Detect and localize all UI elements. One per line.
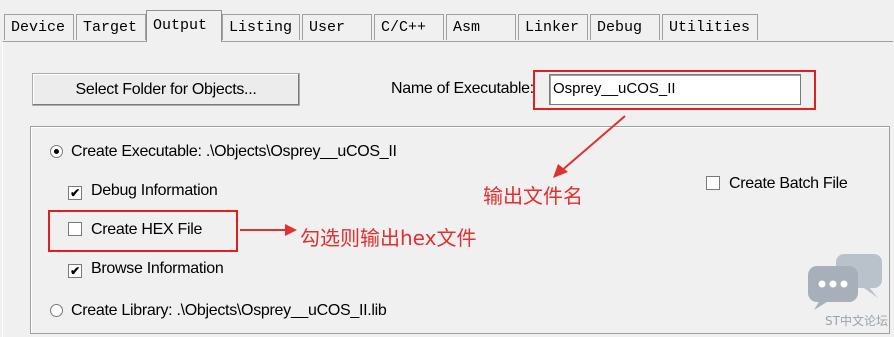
annotation-hex-note: 勾选则输出hex文件 xyxy=(300,226,477,250)
checkbox-unchecked-icon[interactable] xyxy=(68,222,82,236)
tab-output[interactable]: Output xyxy=(146,10,222,42)
create-library-option[interactable]: Create Library: .\Objects\Osprey__uCOS_I… xyxy=(50,301,387,321)
browse-information-option[interactable]: ✔ Browse Information xyxy=(68,259,224,279)
checkbox-checked-icon[interactable]: ✔ xyxy=(68,264,82,278)
create-batch-file-option[interactable]: Create Batch File xyxy=(706,174,848,194)
select-folder-button[interactable]: Select Folder for Objects... xyxy=(32,73,300,106)
tab-device[interactable]: Device xyxy=(4,14,74,40)
create-hex-file-option[interactable]: Create HEX File xyxy=(68,220,202,240)
tab-user[interactable]: User xyxy=(302,14,372,40)
checkbox-unchecked-icon[interactable] xyxy=(706,176,720,190)
checkbox-checked-icon[interactable]: ✔ xyxy=(68,186,82,200)
tab-asm[interactable]: Asm xyxy=(446,14,516,40)
watermark-text: ST中文论坛 xyxy=(825,314,888,328)
radio-unselected-icon[interactable] xyxy=(50,304,63,317)
tab-linker[interactable]: Linker xyxy=(518,14,588,40)
create-library-label: Create Library: .\Objects\Osprey__uCOS_I… xyxy=(71,302,387,319)
tab-utilities[interactable]: Utilities xyxy=(662,14,758,40)
create-executable-option[interactable]: Create Executable: .\Objects\Osprey__uCO… xyxy=(50,142,397,162)
annotation-output-filename: 输出文件名 xyxy=(483,184,583,208)
name-of-executable-label: Name of Executable: xyxy=(391,80,534,97)
debug-information-option[interactable]: ✔ Debug Information xyxy=(68,181,218,201)
name-of-executable-input[interactable]: Osprey__uCOS_II xyxy=(549,74,801,105)
create-hex-file-label: Create HEX File xyxy=(91,221,203,238)
create-executable-label: Create Executable: .\Objects\Osprey__uCO… xyxy=(71,143,397,160)
radio-selected-icon[interactable] xyxy=(50,145,63,158)
tab-listing[interactable]: Listing xyxy=(222,14,300,40)
tab-cpp[interactable]: C/C++ xyxy=(374,14,444,40)
tab-debug[interactable]: Debug xyxy=(590,14,660,40)
chat-bubbles-icon xyxy=(808,254,882,310)
tab-target[interactable]: Target xyxy=(76,14,146,40)
debug-information-label: Debug Information xyxy=(91,182,218,199)
tab-strip: Device Target Output Listing User C/C++ … xyxy=(0,0,894,42)
create-batch-file-label: Create Batch File xyxy=(729,175,848,192)
browse-information-label: Browse Information xyxy=(91,260,224,277)
